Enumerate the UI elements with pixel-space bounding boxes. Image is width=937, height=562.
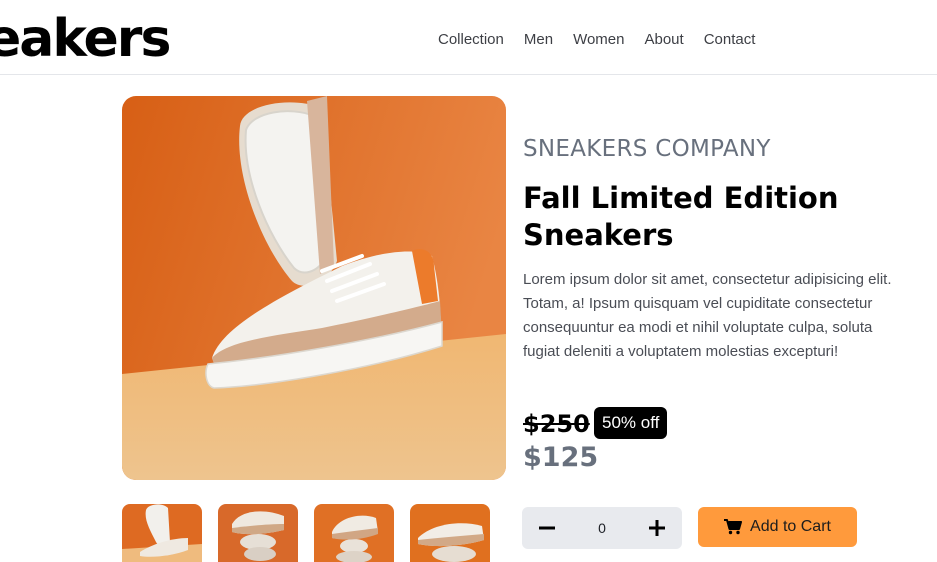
nav-women[interactable]: Women	[573, 30, 624, 50]
thumbnail-list	[122, 504, 490, 562]
thumbnail-3[interactable]	[314, 504, 394, 562]
quantity-stepper: 0	[522, 507, 682, 549]
nav-men[interactable]: Men	[524, 30, 553, 50]
cart-icon	[724, 519, 743, 535]
thumbnail-2[interactable]	[218, 504, 298, 562]
product-title: Fall Limited Edition Sneakers	[523, 181, 839, 252]
discount-badge: 50% off	[594, 407, 668, 439]
site-header: eakers Collection Men Women About Contac…	[0, 0, 937, 75]
thumbnail-4[interactable]	[410, 504, 490, 562]
current-price: $125	[523, 442, 599, 473]
original-price: $250	[523, 410, 590, 438]
logo[interactable]: eakers	[0, 6, 171, 72]
add-to-cart-label: Add to Cart	[750, 518, 831, 535]
nav-about[interactable]: About	[644, 30, 683, 50]
nav-collection[interactable]: Collection	[438, 30, 504, 50]
nav-contact[interactable]: Contact	[704, 30, 756, 50]
main-nav: Collection Men Women About Contact	[438, 30, 775, 50]
plus-icon	[648, 520, 665, 536]
minus-icon	[539, 526, 555, 530]
company-name: SNEAKERS COMPANY	[523, 136, 771, 162]
thumbnail-1[interactable]	[122, 504, 202, 562]
quantity-value: 0	[598, 520, 606, 536]
increase-button[interactable]	[646, 517, 668, 539]
product-description: Lorem ipsum dolor sit amet, consectetur …	[523, 271, 892, 360]
decrease-button[interactable]	[536, 517, 558, 539]
add-to-cart-button[interactable]: Add to Cart	[698, 507, 857, 547]
product-main-image[interactable]	[122, 96, 506, 480]
